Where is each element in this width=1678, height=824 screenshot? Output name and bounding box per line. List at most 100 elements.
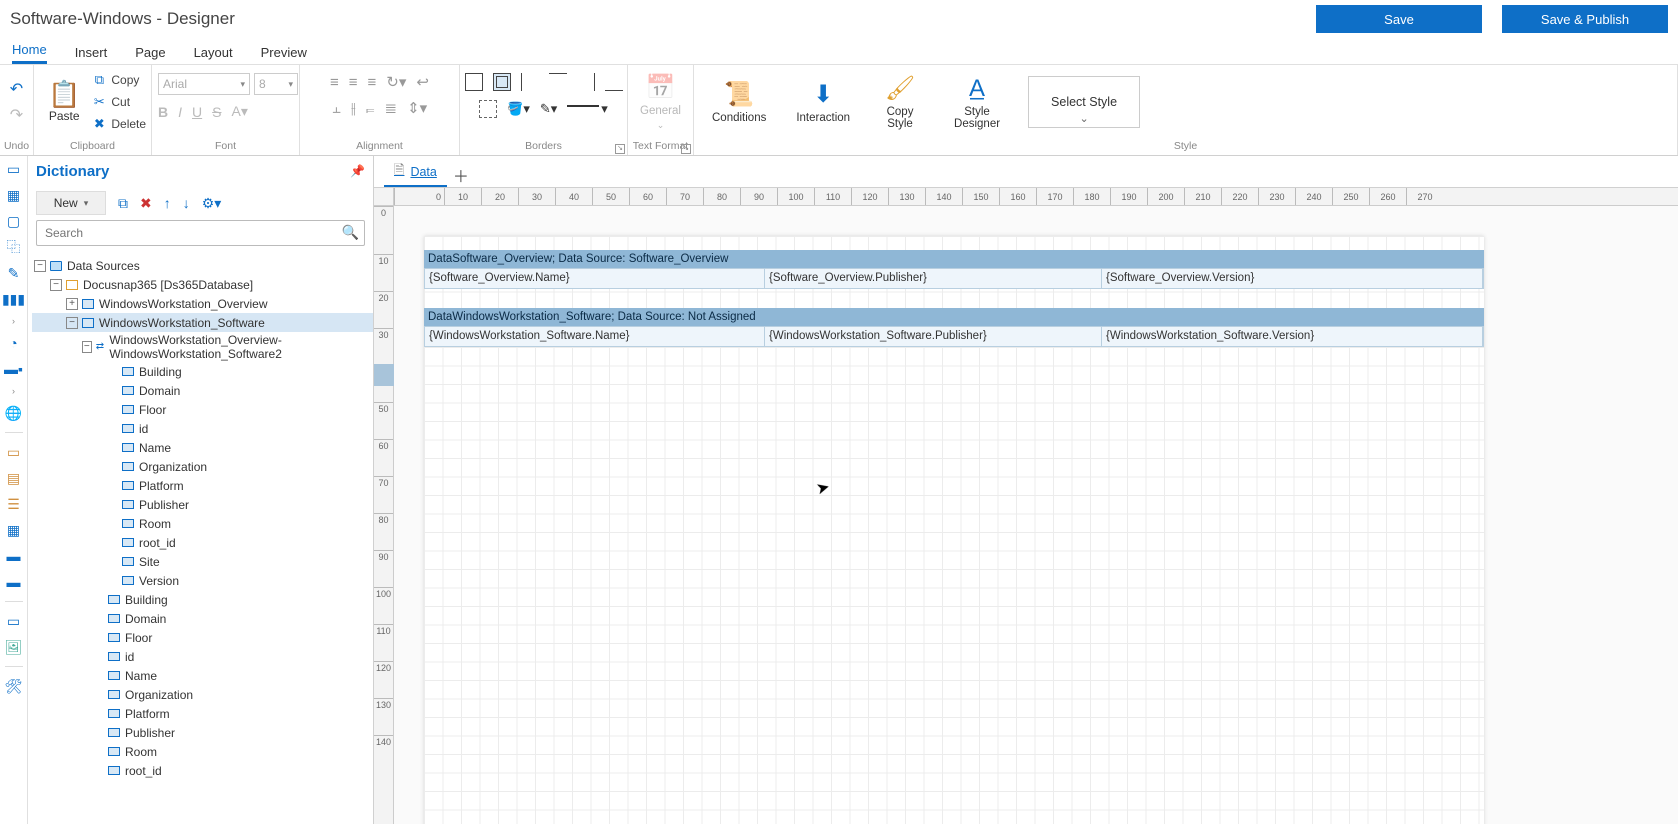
tree-field[interactable]: Platform (125, 707, 170, 721)
tool-gauge-icon[interactable]: ◔ (5, 334, 23, 352)
align-left-button[interactable]: ≡ (330, 74, 339, 91)
tree-field-row[interactable]: Publisher (32, 495, 373, 514)
tree-field-row[interactable]: root_id (32, 533, 373, 552)
tab-layout[interactable]: Layout (194, 45, 233, 64)
tab-home[interactable]: Home (12, 42, 47, 64)
tree-field-row[interactable]: Domain (32, 381, 373, 400)
search-icon[interactable]: 🔍 (342, 224, 359, 241)
tool-page-icon[interactable]: ▭ (5, 160, 23, 178)
tree-field[interactable]: Publisher (125, 726, 175, 740)
paste-button[interactable]: 📋 Paste (40, 79, 88, 125)
tree-field[interactable]: Floor (125, 631, 152, 645)
tree-field-row[interactable]: Version (32, 571, 373, 590)
tool-panel2-icon[interactable]: ▬ (5, 573, 23, 591)
redo-icon[interactable]: ↷ (10, 105, 23, 125)
cell-software-name[interactable]: {Software_Overview.Name} (425, 269, 765, 288)
underline-button[interactable]: U (192, 104, 202, 120)
save-publish-button[interactable]: Save & Publish (1502, 5, 1668, 33)
tree-root[interactable]: Data Sources (67, 259, 140, 273)
tree-field[interactable]: Organization (125, 688, 193, 702)
wrap-text-button[interactable]: ↩ (416, 73, 429, 91)
tree-field[interactable]: Publisher (139, 498, 189, 512)
border-right-button[interactable] (577, 73, 595, 91)
tree-field-row[interactable]: Publisher (32, 723, 373, 742)
textformat-dialog-launcher[interactable]: ↘ (681, 144, 691, 154)
tree-field-row[interactable]: root_id (32, 761, 373, 780)
tool-barcode-icon[interactable]: ▮▮▮ (5, 290, 23, 308)
band-header-workstation-software[interactable]: DataWindowsWorkstation_Software; Data So… (424, 308, 1484, 326)
tool-detail-icon[interactable]: ▭ (5, 612, 23, 630)
tree-field-row[interactable]: Floor (32, 628, 373, 647)
tree-field[interactable]: Domain (125, 612, 166, 626)
tool-rect-icon[interactable]: ▭ (5, 443, 23, 461)
cell-software-publisher[interactable]: {Software_Overview.Publisher} (765, 269, 1102, 288)
tree-field-row[interactable]: id (32, 647, 373, 666)
align-bottom-button[interactable]: ⫭ (366, 100, 375, 117)
tree-field[interactable]: Domain (139, 384, 180, 398)
tree-field-row[interactable]: Site (32, 552, 373, 571)
data-source-tree[interactable]: −Data Sources −Docusnap365 [Ds365Databas… (28, 252, 373, 824)
tool-arrow-1[interactable]: › (12, 316, 15, 326)
font-size-combo[interactable]: 8 (254, 73, 298, 95)
tool-panel1-icon[interactable]: ▬ (5, 547, 23, 565)
move-down-icon[interactable]: ↓ (183, 195, 190, 211)
tree-field-row[interactable]: Floor (32, 400, 373, 419)
borders-dialog-launcher[interactable]: ↘ (615, 144, 625, 154)
tree-field-row[interactable]: Name (32, 438, 373, 457)
tab-page[interactable]: Page (135, 45, 165, 64)
tool-arrow-2[interactable]: › (12, 386, 15, 396)
general-format-button[interactable]: 📅General⌄ (634, 71, 687, 133)
expand-icon[interactable]: − (82, 341, 92, 353)
font-color-button[interactable]: A▾ (231, 103, 247, 120)
pin-icon[interactable]: 📌 (350, 164, 365, 178)
tool-stack-icon[interactable]: ☰ (5, 495, 23, 513)
expand-icon[interactable]: − (50, 279, 62, 291)
tree-field[interactable]: Name (125, 669, 157, 683)
cell-ws-name[interactable]: {WindowsWorkstation_Software.Name} (425, 327, 765, 346)
tree-field[interactable]: Site (139, 555, 160, 569)
tree-field[interactable]: Room (139, 517, 171, 531)
save-button[interactable]: Save (1316, 5, 1482, 33)
rotate-text-button[interactable]: ↻▾ (386, 73, 406, 91)
gear-icon[interactable]: ⚙▾ (202, 195, 222, 212)
tree-field[interactable]: id (125, 650, 134, 664)
expand-icon[interactable]: + (66, 298, 78, 310)
tool-grid-icon[interactable]: ▦ (5, 521, 23, 539)
expand-icon[interactable]: − (66, 317, 78, 329)
border-color-button[interactable]: ✎▾ (540, 101, 557, 117)
interaction-button[interactable]: ⬇Interaction (790, 78, 856, 126)
tree-table-overview[interactable]: WindowsWorkstation_Overview (99, 297, 268, 311)
search-input[interactable] (36, 220, 365, 246)
justify-button[interactable]: ≣ (385, 99, 398, 117)
bold-button[interactable]: B (158, 104, 168, 120)
tree-field[interactable]: Platform (139, 479, 184, 493)
align-middle-button[interactable]: ⫲ (351, 100, 356, 117)
tree-field[interactable]: id (139, 422, 148, 436)
border-bottom-button[interactable] (605, 73, 623, 91)
tree-field[interactable]: Building (139, 365, 182, 379)
tab-insert[interactable]: Insert (75, 45, 108, 64)
tool-table-icon[interactable]: ▦ (5, 186, 23, 204)
conditions-button[interactable]: 📜Conditions (706, 78, 772, 126)
border-left-button[interactable] (521, 73, 539, 91)
tree-relation[interactable]: WindowsWorkstation_Overview-WindowsWorks… (109, 333, 373, 361)
tree-field[interactable]: Floor (139, 403, 166, 417)
tree-field-row[interactable]: Room (32, 514, 373, 533)
add-page-button[interactable]: ＋ (449, 163, 473, 187)
italic-button[interactable]: I (178, 104, 182, 120)
copy-button[interactable]: ⧉Copy (92, 72, 146, 88)
duplicate-icon[interactable]: ⧉ (118, 195, 128, 212)
tree-field-row[interactable]: Platform (32, 704, 373, 723)
strike-button[interactable]: S (212, 104, 221, 120)
expand-icon[interactable]: − (34, 260, 46, 272)
border-style-button[interactable]: ▾ (567, 99, 608, 119)
copy-style-button[interactable]: 🖌Copy Style (874, 72, 926, 132)
line-spacing-button[interactable]: ⇕▾ (407, 99, 427, 117)
tool-hierarchy-icon[interactable]: ⿻ (5, 238, 23, 256)
cell-software-version[interactable]: {Software_Overview.Version} (1102, 269, 1483, 288)
new-button[interactable]: New▾ (36, 191, 106, 215)
tree-field[interactable]: root_id (125, 764, 162, 778)
cell-ws-publisher[interactable]: {WindowsWorkstation_Software.Publisher} (765, 327, 1102, 346)
border-all-button[interactable] (465, 73, 483, 91)
undo-icon[interactable]: ↶ (10, 79, 23, 99)
